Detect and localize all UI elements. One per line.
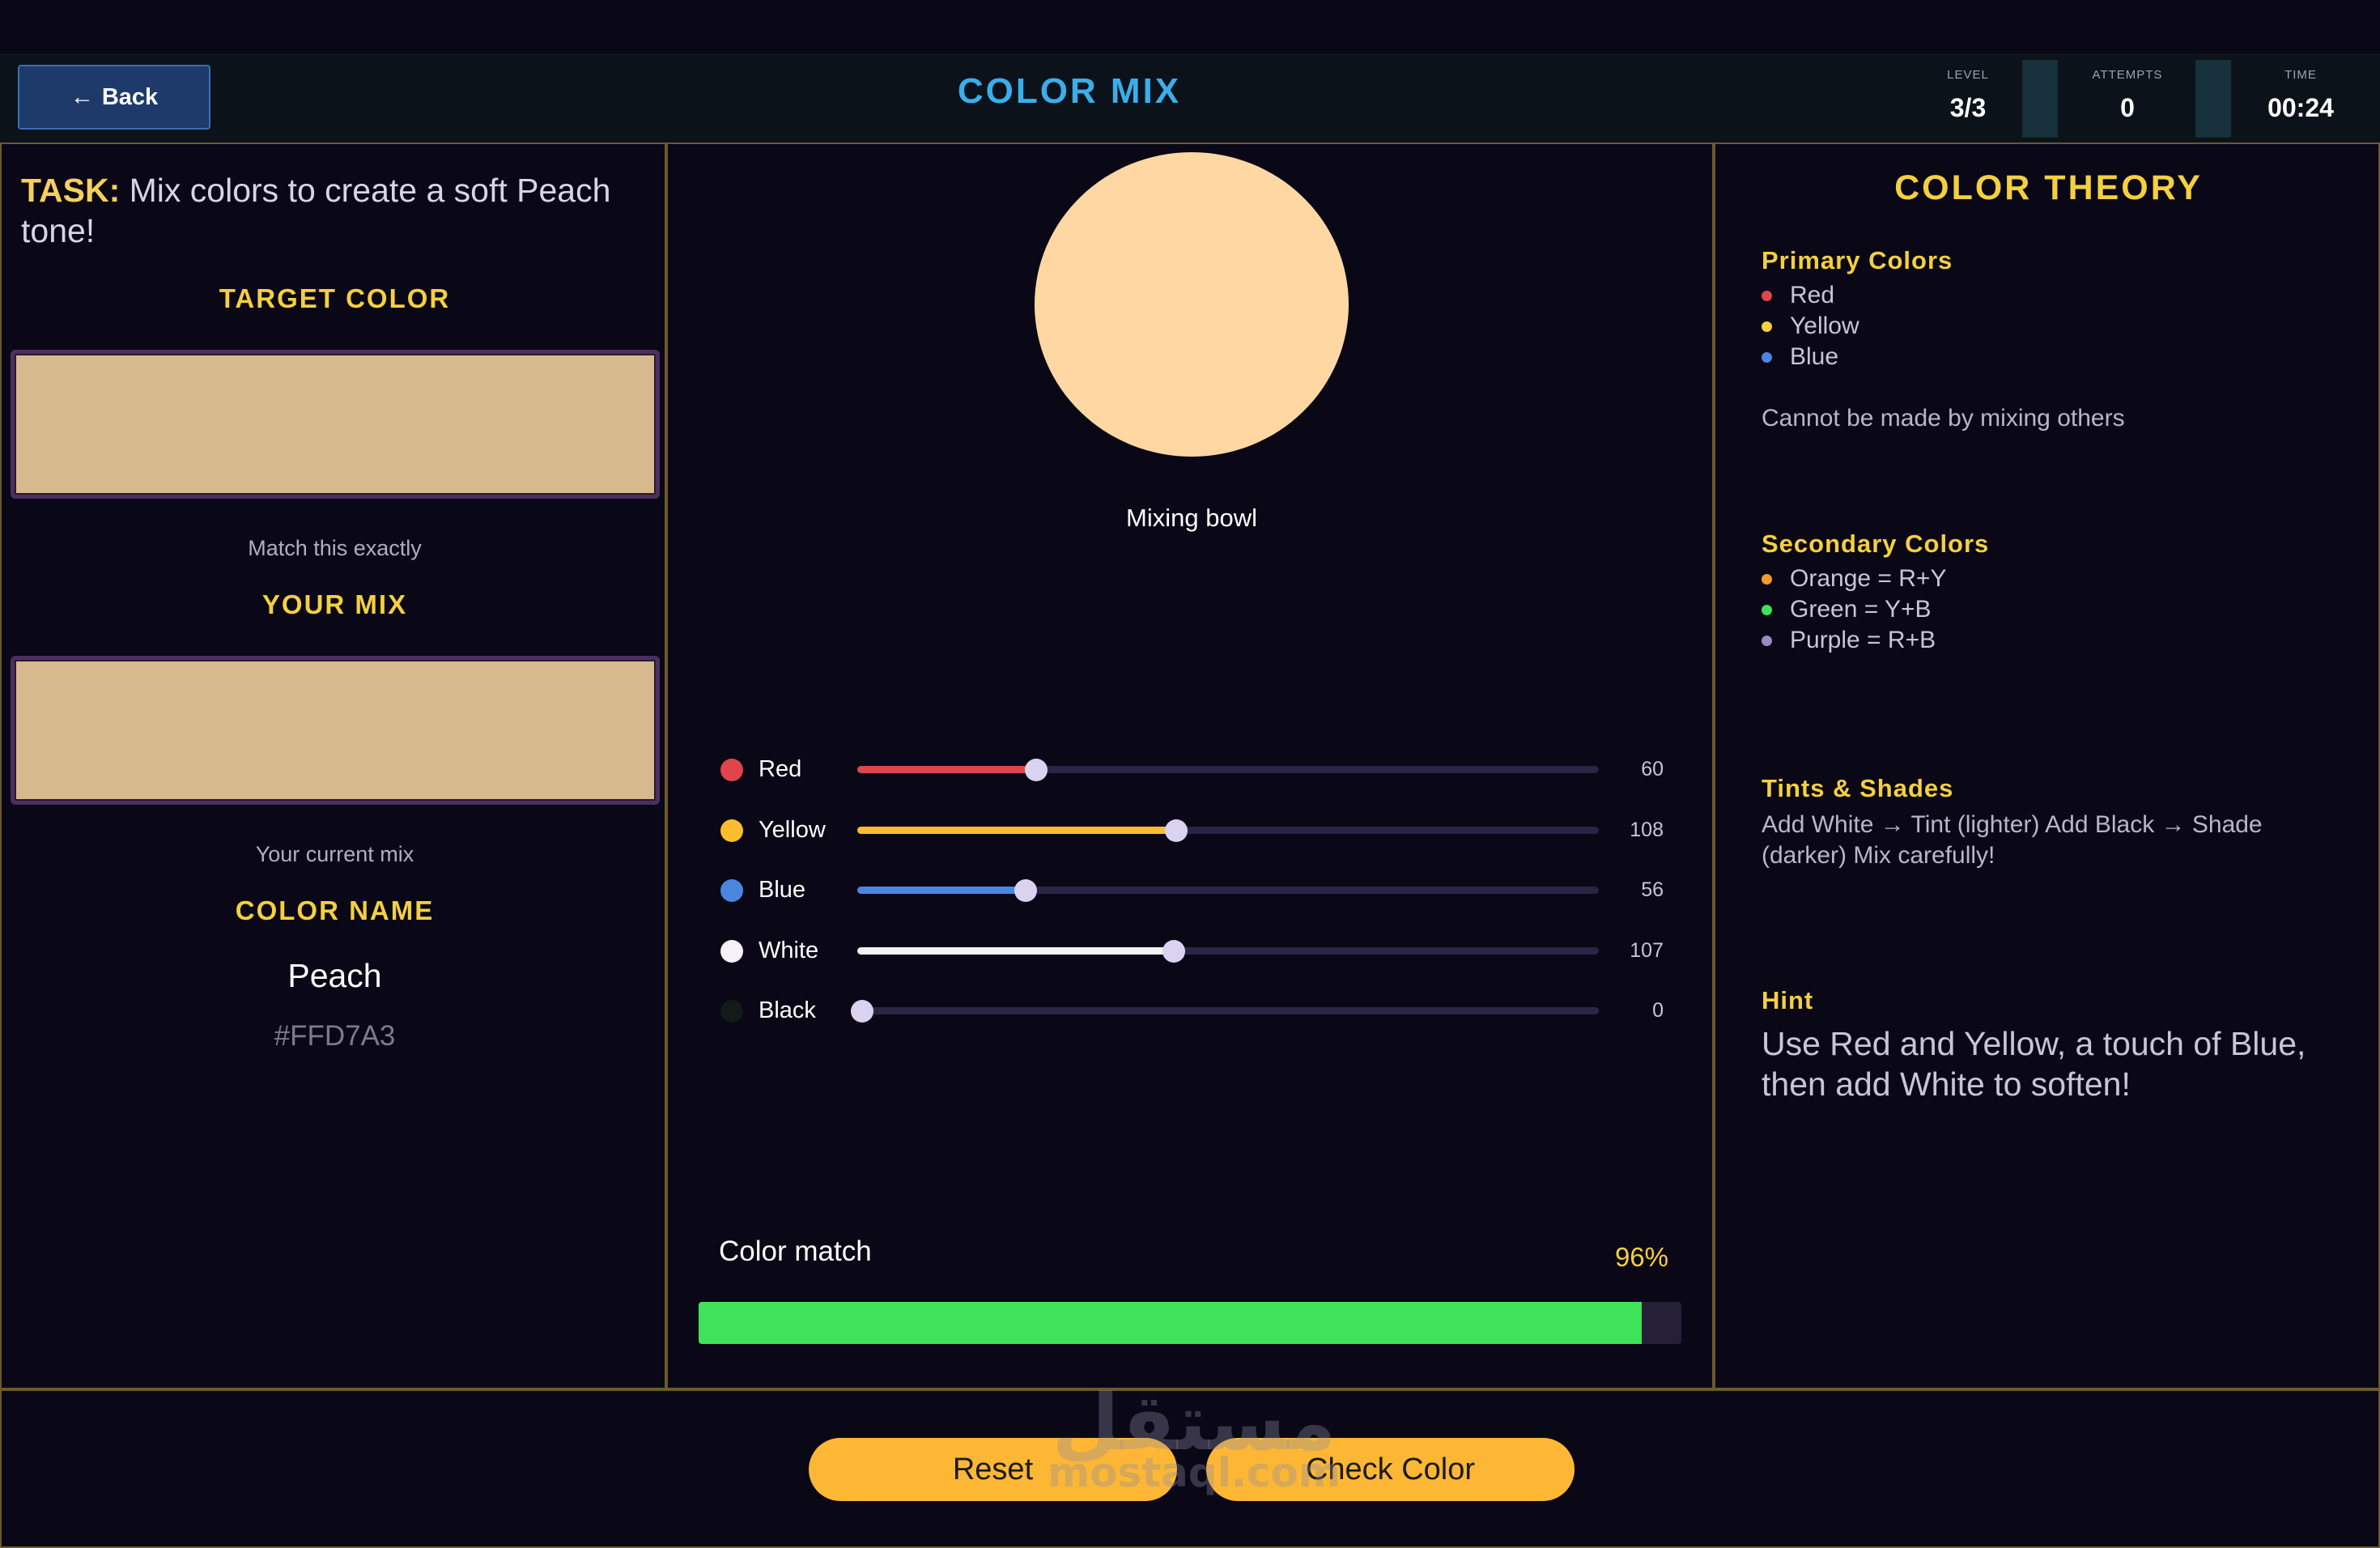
color-name: Peach	[287, 957, 382, 994]
page-title: COLOR MIX	[957, 71, 1182, 111]
bullet-dot-icon	[1762, 321, 1772, 332]
bullet-dot-icon	[1762, 604, 1772, 615]
header-bar: ← Back COLOR MIX LEVEL 3/3 ATTEMPTS 0 TI…	[0, 53, 2380, 144]
tints-shades-text: Add White → Tint (lighter) Add Black → S…	[1762, 811, 2263, 869]
slider-thumb[interactable]	[851, 1000, 873, 1023]
stat-divider	[2022, 60, 2058, 138]
slider-row-blue: Blue 56	[668, 870, 1715, 911]
theory-item-label: Yellow	[1790, 313, 1859, 339]
watermark-logo: مستقل mostaql.com	[1028, 1378, 1360, 1493]
color-match-fill	[699, 1302, 1643, 1344]
slider-value: 60	[1641, 758, 1664, 780]
slider-label: Blue	[759, 877, 806, 903]
theory-item-label: Green = Y+B	[1790, 596, 1932, 623]
theory-item-label: Blue	[1790, 343, 1839, 370]
bullet-dot-icon	[1762, 290, 1772, 301]
theory-list-item: Red	[1762, 280, 1859, 311]
slider-label: Red	[759, 756, 802, 782]
color-match-percent: 96%	[1614, 1242, 1668, 1272]
target-color-heading: TARGET COLOR	[219, 283, 451, 313]
slider-label: Black	[759, 997, 816, 1023]
stat-time: TIME 00:24	[2231, 53, 2370, 142]
slider-fill	[857, 826, 1172, 834]
stat-level-label: LEVEL	[1947, 68, 1989, 82]
slider-row-black: Black 0	[668, 991, 1715, 1031]
tints-shades-heading: Tints & Shades	[1762, 774, 1954, 802]
bullet-dot-icon	[1762, 351, 1772, 363]
your-mix-heading: YOUR MIX	[261, 589, 408, 619]
color-dot-icon	[720, 939, 743, 963]
slider-thumb[interactable]	[1165, 819, 1188, 842]
color-dot-icon	[720, 879, 743, 902]
color-match-bar	[699, 1302, 1681, 1344]
slider-fill	[857, 946, 1169, 955]
task-panel: TASK: Mix colors to create a soft Peach …	[0, 142, 666, 1389]
task-description: TASK: Mix colors to create a soft Peach …	[21, 170, 636, 251]
slider-value: 107	[1630, 938, 1664, 962]
slider-thumb[interactable]	[1025, 759, 1048, 781]
color-dot-icon	[720, 759, 743, 781]
slider-row-red: Red 60	[668, 750, 1715, 790]
color-dot-icon	[720, 819, 743, 842]
back-button-label: Back	[101, 83, 159, 110]
slider-label: Yellow	[759, 816, 826, 843]
slider-value: 108	[1630, 818, 1664, 841]
slider-value: 0	[1652, 999, 1664, 1022]
your-mix-swatch	[11, 656, 660, 805]
target-caption: Match this exactly	[248, 536, 422, 560]
secondary-colors-heading: Secondary Colors	[1762, 529, 1990, 558]
arrow-left-icon: ←	[70, 83, 94, 110]
stat-attempts-value: 0	[2120, 93, 2135, 122]
primary-colors-heading: Primary Colors	[1762, 246, 1953, 274]
color-hex: #FFD7A3	[274, 1020, 396, 1052]
stat-time-label: TIME	[2284, 68, 2317, 82]
bullet-dot-icon	[1762, 573, 1772, 585]
stat-time-value: 00:24	[2267, 93, 2334, 122]
slider-track[interactable]	[857, 1007, 1599, 1014]
theory-list-item: Blue	[1762, 342, 1859, 372]
theory-item-label: Red	[1790, 282, 1835, 308]
target-color-swatch	[11, 350, 660, 499]
slider-fill	[857, 887, 1021, 894]
theory-list-item: Orange = R+Y	[1762, 563, 1946, 594]
slider-value: 56	[1641, 878, 1664, 901]
theory-item-label: Orange = R+Y	[1790, 565, 1947, 592]
primary-colors-note: Cannot be made by mixing others	[1762, 405, 2125, 432]
slider-label: White	[759, 937, 819, 963]
bullet-dot-icon	[1762, 635, 1772, 646]
theory-item-label: Purple = R+B	[1790, 627, 1936, 653]
color-theory-panel: COLOR THEORY Primary Colors Red Yellow Blu…	[1714, 142, 2380, 1389]
watermark-latin: mostaql.com	[1048, 1449, 1341, 1496]
slider-fill	[857, 766, 1032, 773]
stat-level: LEVEL 3/3	[1907, 53, 2029, 142]
slider-row-yellow: Yellow 108	[668, 810, 1715, 851]
stat-attempts: ATTEMPTS 0	[2058, 53, 2197, 142]
mixing-panel: Mixing bowl Red 60 Yellow 108 Blue 56 White 107…	[666, 142, 1714, 1389]
color-name-heading: COLOR NAME	[235, 895, 435, 925]
color-match-label: Color match	[719, 1235, 872, 1267]
top-strip	[0, 0, 2380, 53]
stat-attempts-label: ATTEMPTS	[2092, 68, 2163, 82]
hint-text: Use Red and Yellow, a touch of Blue, the…	[1762, 1025, 2306, 1103]
primary-colors-list: Red Yellow Blue	[1762, 280, 1859, 372]
slider-row-white: White 107	[668, 931, 1715, 972]
theory-list-item: Green = Y+B	[1762, 594, 1946, 625]
back-button[interactable]: ← Back	[18, 65, 210, 130]
stat-divider	[2195, 60, 2231, 138]
secondary-colors-list: Orange = R+Y Green = Y+B Purple = R+B	[1762, 563, 1946, 656]
stat-level-value: 3/3	[1949, 93, 1987, 122]
slider-thumb[interactable]	[1014, 879, 1037, 902]
hint-heading: Hint	[1762, 986, 1814, 1014]
mixing-bowl	[1035, 152, 1349, 457]
mixing-bowl-label: Mixing bowl	[1126, 504, 1257, 532]
theory-list-item: Purple = R+B	[1762, 625, 1946, 656]
color-theory-title: COLOR THEORY	[1894, 168, 2203, 207]
color-dot-icon	[720, 1000, 743, 1023]
mix-caption: Your current mix	[255, 842, 414, 866]
theory-list-item: Yellow	[1762, 311, 1859, 342]
task-prefix: TASK:	[21, 172, 121, 209]
slider-thumb[interactable]	[1162, 939, 1185, 963]
